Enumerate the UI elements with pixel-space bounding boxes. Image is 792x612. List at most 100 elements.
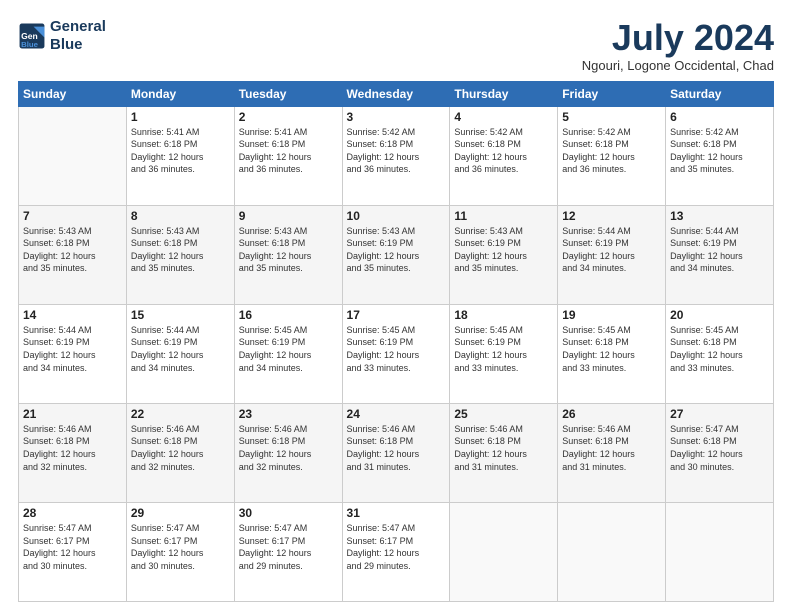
day-number: 19 [562, 308, 661, 322]
calendar-cell: 18 Sunrise: 5:45 AM Sunset: 6:19 PM Dayli… [450, 304, 558, 403]
calendar-cell: 7Sunrise: 5:43 AM Sunset: 6:18 PM Daylig… [19, 205, 127, 304]
calendar-cell [19, 106, 127, 205]
day-number: 8 [131, 209, 230, 223]
calendar-cell: 2 Sunrise: 5:41 AM Sunset: 6:18 PM Daylig… [234, 106, 342, 205]
header: Gen Blue General Blue July 2024 Ngouri, … [18, 18, 774, 73]
calendar-cell: 17 Sunrise: 5:45 AM Sunset: 6:19 PM Dayli… [342, 304, 450, 403]
calendar-cell: 26 Sunrise: 5:46 AM Sunset: 6:18 PM Dayli… [558, 403, 666, 502]
calendar-cell: 28 Sunrise: 5:47 AM Sunset: 6:17 PM Dayli… [19, 502, 127, 601]
calendar-cell: 20 Sunrise: 5:45 AM Sunset: 6:18 PM Dayli… [666, 304, 774, 403]
cell-info: Sunrise: 5:42 AM Sunset: 6:18 PM Dayligh… [347, 126, 446, 176]
calendar-cell: 23 Sunrise: 5:46 AM Sunset: 6:18 PM Dayli… [234, 403, 342, 502]
calendar-cell [666, 502, 774, 601]
cell-info: Sunrise: 5:47 AM Sunset: 6:17 PM Dayligh… [131, 522, 230, 572]
day-number: 1 [131, 110, 230, 124]
day-number: 14 [23, 308, 122, 322]
calendar-cell: 11 Sunrise: 5:43 AM Sunset: 6:19 PM Dayli… [450, 205, 558, 304]
calendar-cell: 27 Sunrise: 5:47 AM Sunset: 6:18 PM Dayli… [666, 403, 774, 502]
cell-info: Sunrise: 5:45 AM Sunset: 6:18 PM Dayligh… [562, 324, 661, 374]
calendar-cell: 25 Sunrise: 5:46 AM Sunset: 6:18 PM Dayli… [450, 403, 558, 502]
day-number: 30 [239, 506, 338, 520]
day-number: 11 [454, 209, 553, 223]
calendar: SundayMondayTuesdayWednesdayThursdayFrid… [18, 81, 774, 602]
day-number: 31 [347, 506, 446, 520]
day-number: 25 [454, 407, 553, 421]
cell-info: Sunrise: 5:42 AM Sunset: 6:18 PM Dayligh… [562, 126, 661, 176]
calendar-cell: 5 Sunrise: 5:42 AM Sunset: 6:18 PM Daylig… [558, 106, 666, 205]
weekday-header-sunday: Sunday [19, 81, 127, 106]
day-number: 3 [347, 110, 446, 124]
day-number: 12 [562, 209, 661, 223]
cell-info: Sunrise: 5:43 AM Sunset: 6:19 PM Dayligh… [454, 225, 553, 275]
day-number: 22 [131, 407, 230, 421]
title-section: July 2024 Ngouri, Logone Occidental, Cha… [582, 18, 774, 73]
day-number: 2 [239, 110, 338, 124]
calendar-cell: 6Sunrise: 5:42 AM Sunset: 6:18 PM Daylig… [666, 106, 774, 205]
calendar-cell: 8 Sunrise: 5:43 AM Sunset: 6:18 PM Daylig… [126, 205, 234, 304]
cell-info: Sunrise: 5:46 AM Sunset: 6:18 PM Dayligh… [454, 423, 553, 473]
day-number: 15 [131, 308, 230, 322]
calendar-cell: 31 Sunrise: 5:47 AM Sunset: 6:17 PM Dayli… [342, 502, 450, 601]
calendar-cell: 13 Sunrise: 5:44 AM Sunset: 6:19 PM Dayli… [666, 205, 774, 304]
cell-info: Sunrise: 5:44 AM Sunset: 6:19 PM Dayligh… [131, 324, 230, 374]
logo: Gen Blue General Blue [18, 18, 106, 54]
calendar-cell: 21Sunrise: 5:46 AM Sunset: 6:18 PM Dayli… [19, 403, 127, 502]
weekday-header-monday: Monday [126, 81, 234, 106]
cell-info: Sunrise: 5:46 AM Sunset: 6:18 PM Dayligh… [562, 423, 661, 473]
location: Ngouri, Logone Occidental, Chad [582, 58, 774, 73]
day-number: 18 [454, 308, 553, 322]
cell-info: Sunrise: 5:44 AM Sunset: 6:19 PM Dayligh… [562, 225, 661, 275]
weekday-header-wednesday: Wednesday [342, 81, 450, 106]
cell-info: Sunrise: 5:45 AM Sunset: 6:19 PM Dayligh… [347, 324, 446, 374]
weekday-header-saturday: Saturday [666, 81, 774, 106]
day-number: 6 [670, 110, 769, 124]
cell-info: Sunrise: 5:44 AM Sunset: 6:19 PM Dayligh… [670, 225, 769, 275]
day-number: 28 [23, 506, 122, 520]
day-number: 13 [670, 209, 769, 223]
cell-info: Sunrise: 5:46 AM Sunset: 6:18 PM Dayligh… [239, 423, 338, 473]
calendar-cell: 14 Sunrise: 5:44 AM Sunset: 6:19 PM Dayli… [19, 304, 127, 403]
day-number: 27 [670, 407, 769, 421]
day-number: 17 [347, 308, 446, 322]
calendar-cell: 9 Sunrise: 5:43 AM Sunset: 6:18 PM Daylig… [234, 205, 342, 304]
day-number: 23 [239, 407, 338, 421]
day-number: 26 [562, 407, 661, 421]
day-number: 20 [670, 308, 769, 322]
calendar-cell: 4 Sunrise: 5:42 AM Sunset: 6:18 PM Daylig… [450, 106, 558, 205]
calendar-cell: 10Sunrise: 5:43 AM Sunset: 6:19 PM Dayli… [342, 205, 450, 304]
cell-info: Sunrise: 5:47 AM Sunset: 6:17 PM Dayligh… [239, 522, 338, 572]
cell-info: Sunrise: 5:47 AM Sunset: 6:17 PM Dayligh… [23, 522, 122, 572]
calendar-cell: 30 Sunrise: 5:47 AM Sunset: 6:17 PM Dayli… [234, 502, 342, 601]
day-number: 29 [131, 506, 230, 520]
calendar-cell: 29 Sunrise: 5:47 AM Sunset: 6:17 PM Dayli… [126, 502, 234, 601]
calendar-cell: 16Sunrise: 5:45 AM Sunset: 6:19 PM Dayli… [234, 304, 342, 403]
cell-info: Sunrise: 5:47 AM Sunset: 6:18 PM Dayligh… [670, 423, 769, 473]
day-number: 5 [562, 110, 661, 124]
calendar-cell: 1Sunrise: 5:41 AM Sunset: 6:18 PM Daylig… [126, 106, 234, 205]
weekday-header-friday: Friday [558, 81, 666, 106]
cell-info: Sunrise: 5:43 AM Sunset: 6:18 PM Dayligh… [131, 225, 230, 275]
cell-info: Sunrise: 5:43 AM Sunset: 6:18 PM Dayligh… [23, 225, 122, 275]
cell-info: Sunrise: 5:43 AM Sunset: 6:18 PM Dayligh… [239, 225, 338, 275]
cell-info: Sunrise: 5:43 AM Sunset: 6:19 PM Dayligh… [347, 225, 446, 275]
svg-text:Blue: Blue [21, 40, 39, 49]
calendar-cell: 12 Sunrise: 5:44 AM Sunset: 6:19 PM Dayli… [558, 205, 666, 304]
cell-info: Sunrise: 5:41 AM Sunset: 6:18 PM Dayligh… [239, 126, 338, 176]
calendar-cell: 22Sunrise: 5:46 AM Sunset: 6:18 PM Dayli… [126, 403, 234, 502]
cell-info: Sunrise: 5:45 AM Sunset: 6:19 PM Dayligh… [454, 324, 553, 374]
cell-info: Sunrise: 5:47 AM Sunset: 6:17 PM Dayligh… [347, 522, 446, 572]
day-number: 16 [239, 308, 338, 322]
calendar-cell: 15 Sunrise: 5:44 AM Sunset: 6:19 PM Dayli… [126, 304, 234, 403]
cell-info: Sunrise: 5:45 AM Sunset: 6:18 PM Dayligh… [670, 324, 769, 374]
cell-info: Sunrise: 5:44 AM Sunset: 6:19 PM Dayligh… [23, 324, 122, 374]
weekday-header-tuesday: Tuesday [234, 81, 342, 106]
calendar-cell [558, 502, 666, 601]
calendar-cell: 19 Sunrise: 5:45 AM Sunset: 6:18 PM Dayli… [558, 304, 666, 403]
calendar-cell [450, 502, 558, 601]
cell-info: Sunrise: 5:42 AM Sunset: 6:18 PM Dayligh… [454, 126, 553, 176]
day-number: 9 [239, 209, 338, 223]
day-number: 4 [454, 110, 553, 124]
month-title: July 2024 [582, 18, 774, 58]
logo-icon: Gen Blue [18, 22, 46, 50]
day-number: 24 [347, 407, 446, 421]
